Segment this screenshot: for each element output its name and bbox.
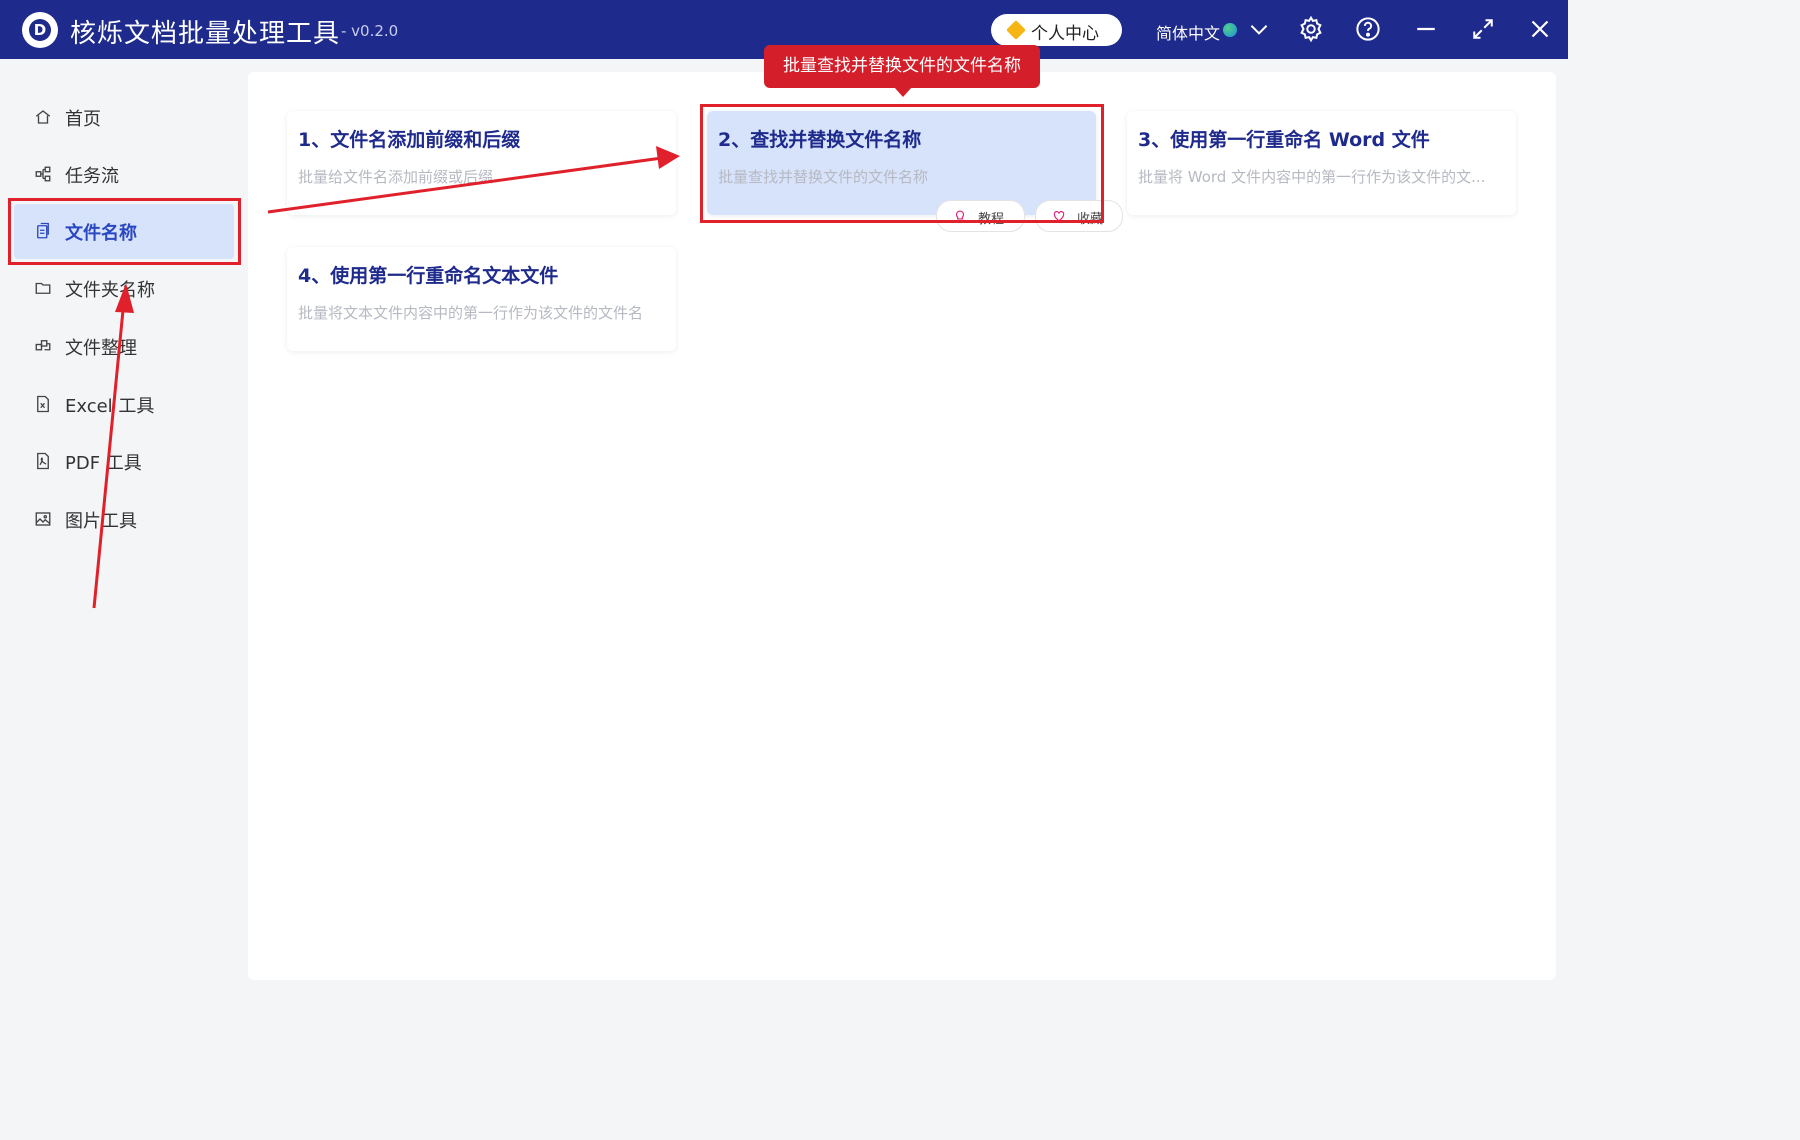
sidebar-item-home[interactable]: 首页	[14, 90, 234, 145]
minimize-icon[interactable]	[1411, 14, 1441, 44]
tool-card-rename-word[interactable]: 3、使用第一行重命名 Word 文件 批量将 Word 文件内容中的第一行作为该…	[1127, 111, 1516, 215]
sidebar-item-excel-tools[interactable]: Excel 工具	[14, 377, 234, 432]
language-selector[interactable]: 简体中文	[1156, 20, 1220, 44]
chevron-down-icon[interactable]	[1246, 16, 1272, 42]
sidebar-item-pdf-tools[interactable]: PDF 工具	[14, 434, 234, 489]
sidebar-item-label: Excel 工具	[65, 396, 155, 417]
home-icon	[34, 108, 52, 126]
excel-file-icon	[34, 395, 52, 413]
sidebar-item-file-organize[interactable]: 文件整理	[14, 319, 234, 374]
globe-icon	[1223, 23, 1237, 37]
sidebar-item-workflow[interactable]: 任务流	[14, 147, 234, 202]
workflow-icon	[34, 165, 52, 183]
card-description: 批量给文件名添加前缀或后缀	[298, 168, 494, 186]
card-description: 批量将文本文件内容中的第一行作为该文件的文件名	[298, 304, 644, 322]
sidebar-item-label: 首页	[65, 109, 101, 130]
app-logo-letter: D	[29, 19, 51, 41]
app-title: 核烁文档批量处理工具	[70, 19, 341, 49]
card-title: 4、使用第一行重命名文本文件	[298, 265, 559, 287]
sidebar-item-label: 任务流	[65, 166, 119, 187]
maximize-icon[interactable]	[1468, 14, 1498, 44]
card-title: 1、文件名添加前缀和后缀	[298, 129, 521, 151]
sidebar-item-folder-name[interactable]: 文件夹名称	[14, 261, 234, 316]
folder-icon	[34, 279, 52, 297]
annotation-box-card	[700, 104, 1104, 223]
sidebar-item-label: PDF 工具	[65, 453, 142, 474]
user-center-button[interactable]: 个人中心	[991, 14, 1122, 46]
sidebar-item-image-tools[interactable]: 图片工具	[14, 492, 234, 547]
tool-card-rename-text[interactable]: 4、使用第一行重命名文本文件 批量将文本文件内容中的第一行作为该文件的文件名	[287, 247, 676, 351]
tooltip-tail	[894, 87, 912, 97]
close-icon[interactable]	[1525, 14, 1555, 44]
organize-icon	[34, 337, 52, 355]
help-icon[interactable]	[1353, 14, 1383, 44]
sidebar-item-label: 文件整理	[65, 338, 137, 359]
vip-gem-icon	[1006, 20, 1026, 40]
card-description: 批量将 Word 文件内容中的第一行作为该文件的文...	[1138, 168, 1486, 186]
sidebar-item-label: 图片工具	[65, 511, 137, 532]
settings-gear-icon[interactable]	[1296, 14, 1326, 44]
annotation-box-sidebar	[8, 198, 241, 265]
sidebar-item-label: 文件夹名称	[65, 280, 155, 301]
user-center-label: 个人中心	[1031, 24, 1099, 44]
tooltip: 批量查找并替换文件的文件名称	[764, 45, 1040, 88]
image-icon	[34, 510, 52, 528]
pdf-file-icon	[34, 452, 52, 470]
card-title: 3、使用第一行重命名 Word 文件	[1138, 129, 1430, 151]
tool-card-add-prefix-suffix[interactable]: 1、文件名添加前缀和后缀 批量给文件名添加前缀或后缀	[287, 111, 676, 215]
app-version: - v0.2.0	[341, 22, 399, 40]
app-logo: D	[22, 12, 58, 48]
